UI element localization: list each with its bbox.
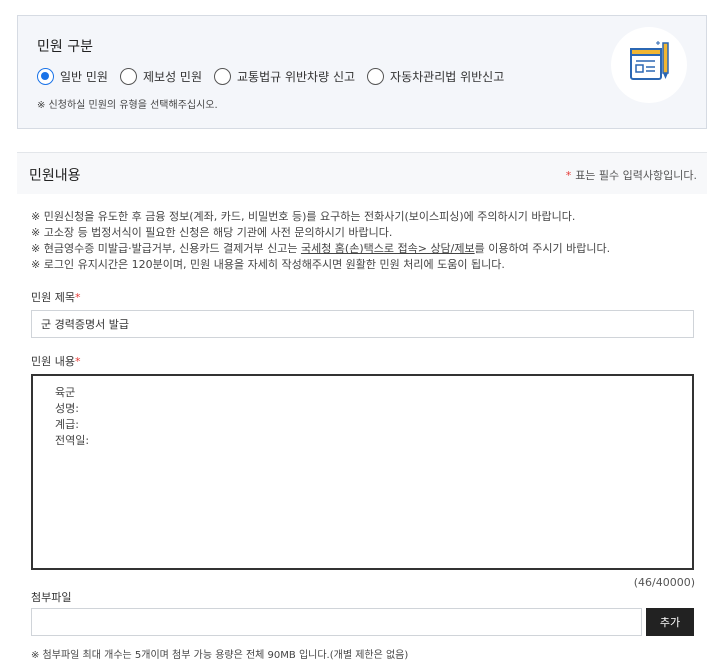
complaint-content-textarea[interactable]: 육군 성명: 계급: 전역일: (31, 374, 694, 570)
radio-label: 자동차관리법 위반신고 (390, 70, 505, 84)
complaint-type-panel: 민원 구분 일반 민원 제보성 민원 교통법규 위반차량 신고 자동차관리법 위… (17, 15, 707, 129)
notice-text: 를 이용하여 주시기 바랍니다. (474, 242, 611, 255)
radio-label: 제보성 민원 (142, 70, 202, 84)
content-section-header: 민원내용 * 표는 필수 입력사항입니다. (17, 152, 707, 194)
notice-line: ※ 고소장 등 법정서식이 필요한 신청은 해당 기관에 사전 문의하시기 바랍… (31, 226, 393, 239)
radio-circle[interactable] (367, 68, 385, 85)
notice-text: ※ 현금영수증 미발급·발급거부, 신용카드 결제거부 신고는 (31, 242, 301, 255)
required-star: * (565, 169, 572, 182)
complaint-type-title: 민원 구분 (37, 39, 93, 55)
complaint-type-note: ※ 신청하실 민원의 유형을 선택해주십시오. (37, 100, 218, 111)
radio-circle[interactable] (214, 68, 231, 85)
character-counter: (46/40000) (633, 576, 695, 589)
notice-line: ※ 민원신청을 유도한 후 금융 정보(계좌, 카드, 비밀번호 등)를 요구하… (31, 210, 576, 223)
required-star: * (74, 291, 81, 304)
required-star: * (74, 355, 81, 368)
hometax-link[interactable]: 국세청 홈(손)택스로 접속> 상담/제보 (301, 242, 475, 255)
attachment-label: 첨부파일 (31, 591, 72, 604)
radio-circle-checked[interactable] (37, 68, 54, 85)
radio-traffic-violation[interactable]: 교통법규 위반차량 신고 (214, 68, 355, 85)
document-pencil-icon (611, 27, 687, 103)
required-note: * 표는 필수 입력사항입니다. (566, 167, 697, 183)
radio-report-complaint[interactable]: 제보성 민원 (119, 68, 202, 85)
attachment-note: ※ 첨부파일 최대 개수는 5개이며 첨부 가능 용량은 전체 90MB 입니다… (31, 650, 409, 661)
radio-general-complaint[interactable]: 일반 민원 (37, 68, 108, 85)
complaint-title-input[interactable] (31, 310, 694, 338)
section-title: 민원내용 (29, 168, 81, 184)
content-field-label: 민원 내용* (31, 353, 80, 369)
radio-label: 교통법규 위반차량 신고 (237, 70, 356, 84)
add-attachment-button[interactable]: 추가 (646, 608, 694, 636)
title-field-label: 민원 제목* (31, 289, 80, 305)
complaint-type-radio-group: 일반 민원 제보성 민원 교통법규 위반차량 신고 자동차관리법 위반신고 (37, 68, 516, 85)
radio-circle[interactable] (119, 68, 137, 85)
radio-label: 일반 민원 (60, 70, 108, 84)
radio-vehicle-act-violation[interactable]: 자동차관리법 위반신고 (367, 68, 504, 85)
notice-line: ※ 로그인 유지시간은 120분이며, 민원 내용을 자세히 작성해주시면 원활… (31, 258, 505, 271)
attachment-file-field[interactable] (31, 608, 642, 636)
notice-line: ※ 현금영수증 미발급·발급거부, 신용카드 결제거부 신고는 국세청 홈(손)… (31, 241, 610, 257)
notice-list: ※ 민원신청을 유도한 후 금융 정보(계좌, 카드, 비밀번호 등)를 요구하… (31, 209, 610, 273)
required-note-text: 표는 필수 입력사항입니다. (575, 169, 697, 182)
label-text: 민원 내용 (31, 355, 75, 368)
label-text: 민원 제목 (31, 291, 75, 304)
